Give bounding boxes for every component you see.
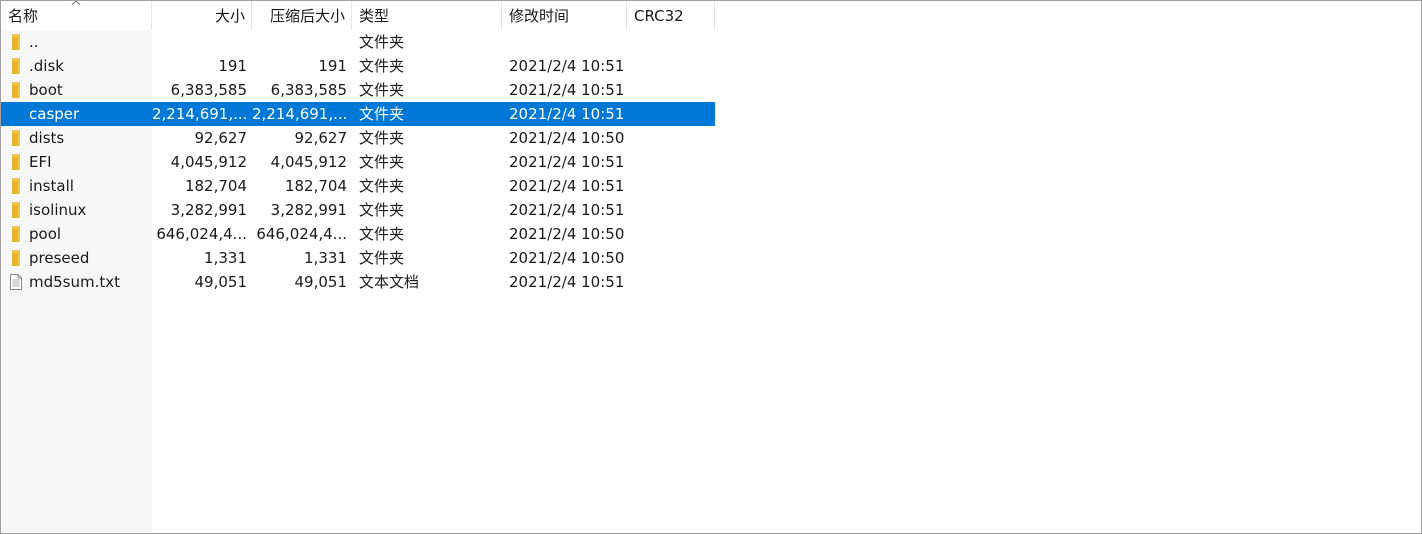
file-size: 191: [218, 57, 247, 75]
list-item[interactable]: dists 92,627 92,627 文件夹 2021/2/4 10:50: [1, 126, 715, 150]
column-header-type[interactable]: 类型: [352, 1, 502, 30]
file-packed-size: 182,704: [284, 177, 347, 195]
column-header-size-label: 大小: [214, 7, 245, 25]
file-type: 文件夹: [359, 153, 405, 171]
archive-file-list: 名称 大小 压缩后大小 类型 修改时间 CRC32 .. 文件夹 .disk 1…: [0, 0, 1422, 534]
list-item[interactable]: preseed 1,331 1,331 文件夹 2021/2/4 10:50: [1, 246, 715, 270]
file-size: 92,627: [194, 129, 248, 147]
file-crc: [627, 78, 715, 102]
file-packed-size: 3,282,991: [270, 201, 347, 219]
column-header-modified-label: 修改时间: [509, 7, 570, 25]
file-name: md5sum.txt: [29, 273, 121, 291]
file-size: 3,282,991: [170, 201, 247, 219]
file-crc: [627, 198, 715, 222]
file-crc: [627, 174, 715, 198]
file-packed-size: 2,214,691,...: [252, 105, 348, 123]
column-header-packed-size[interactable]: 压缩后大小: [252, 1, 352, 30]
file-packed-size: [252, 30, 352, 54]
column-header-modified[interactable]: 修改时间: [502, 1, 627, 30]
list-item[interactable]: md5sum.txt 49,051 49,051 文本文档 2021/2/4 1…: [1, 270, 715, 294]
file-modified: 2021/2/4 10:51: [509, 201, 625, 219]
file-packed-size: 4,045,912: [270, 153, 347, 171]
file-name: casper: [1, 102, 152, 126]
file-crc: [627, 150, 715, 174]
file-name: .disk: [29, 57, 64, 75]
file-packed-size: 6,383,585: [270, 81, 347, 99]
file-packed-size: 49,051: [294, 273, 348, 291]
file-name: install: [29, 177, 74, 195]
file-type: 文件夹: [359, 249, 405, 267]
file-modified: 2021/2/4 10:50: [509, 129, 625, 147]
file-type: 文件夹: [359, 105, 405, 123]
list-item[interactable]: .disk 191 191 文件夹 2021/2/4 10:51: [1, 54, 715, 78]
file-name: preseed: [29, 249, 90, 267]
file-modified: 2021/2/4 10:51: [509, 153, 625, 171]
column-header-crc[interactable]: CRC32: [627, 1, 715, 30]
file-modified: 2021/2/4 10:51: [509, 81, 625, 99]
column-header-packed-size-label: 压缩后大小: [269, 7, 345, 25]
file-name: isolinux: [29, 201, 87, 219]
file-crc: [627, 54, 715, 78]
file-type: 文件夹: [359, 57, 405, 75]
file-modified: 2021/2/4 10:51: [509, 177, 625, 195]
list-item[interactable]: EFI 4,045,912 4,045,912 文件夹 2021/2/4 10:…: [1, 150, 715, 174]
file-rows: .. 文件夹 .disk 191 191 文件夹 2021/2/4 10:51 …: [1, 30, 715, 294]
file-type: 文件夹: [359, 129, 405, 147]
file-crc: [627, 102, 715, 126]
file-packed-size: 646,024,4...: [256, 225, 347, 243]
list-item[interactable]: isolinux 3,282,991 3,282,991 文件夹 2021/2/…: [1, 198, 715, 222]
file-size: [152, 30, 252, 54]
file-crc: [627, 222, 715, 246]
column-header-name[interactable]: 名称: [1, 1, 152, 30]
file-packed-size: 92,627: [294, 129, 348, 147]
file-type: 文件夹: [359, 177, 405, 195]
column-header-row: 名称 大小 压缩后大小 类型 修改时间 CRC32: [1, 1, 1421, 30]
file-type: 文本文档: [359, 273, 420, 291]
file-modified: 2021/2/4 10:51: [509, 57, 625, 75]
file-name: ..: [29, 33, 39, 51]
file-packed-size: 191: [318, 57, 347, 75]
file-crc: [627, 126, 715, 150]
file-size: 6,383,585: [170, 81, 247, 99]
column-header-size[interactable]: 大小: [152, 1, 252, 30]
file-size: 182,704: [184, 177, 247, 195]
file-crc: [627, 246, 715, 270]
file-modified: 2021/2/4 10:51: [509, 105, 625, 123]
file-modified: [502, 30, 627, 54]
file-name: pool: [29, 225, 62, 243]
list-item[interactable]: casper 2,214,691,... 2,214,691,... 文件夹 2…: [1, 102, 715, 126]
file-size: 49,051: [194, 273, 248, 291]
column-header-type-label: 类型: [359, 7, 390, 25]
file-size: 4,045,912: [170, 153, 247, 171]
file-size: 2,214,691,...: [152, 105, 248, 123]
file-modified: 2021/2/4 10:50: [509, 225, 625, 243]
list-item[interactable]: .. 文件夹: [1, 30, 715, 54]
file-modified: 2021/2/4 10:51: [509, 273, 625, 291]
list-item[interactable]: boot 6,383,585 6,383,585 文件夹 2021/2/4 10…: [1, 78, 715, 102]
file-crc: [627, 30, 715, 54]
file-name: EFI: [29, 153, 52, 171]
column-header-crc-label: CRC32: [634, 7, 684, 25]
list-item[interactable]: pool 646,024,4... 646,024,4... 文件夹 2021/…: [1, 222, 715, 246]
file-type: 文件夹: [359, 201, 405, 219]
file-type: 文件夹: [359, 225, 405, 243]
file-size: 1,331: [204, 249, 247, 267]
file-type: 文件夹: [359, 33, 405, 51]
file-name: dists: [29, 129, 65, 147]
sort-ascending-icon: [71, 1, 81, 6]
file-modified: 2021/2/4 10:50: [509, 249, 625, 267]
file-packed-size: 1,331: [304, 249, 347, 267]
file-type: 文件夹: [359, 81, 405, 99]
list-item[interactable]: install 182,704 182,704 文件夹 2021/2/4 10:…: [1, 174, 715, 198]
file-name: boot: [29, 81, 63, 99]
column-header-name-label: 名称: [8, 7, 39, 25]
file-crc: [627, 270, 715, 294]
file-size: 646,024,4...: [156, 225, 247, 243]
